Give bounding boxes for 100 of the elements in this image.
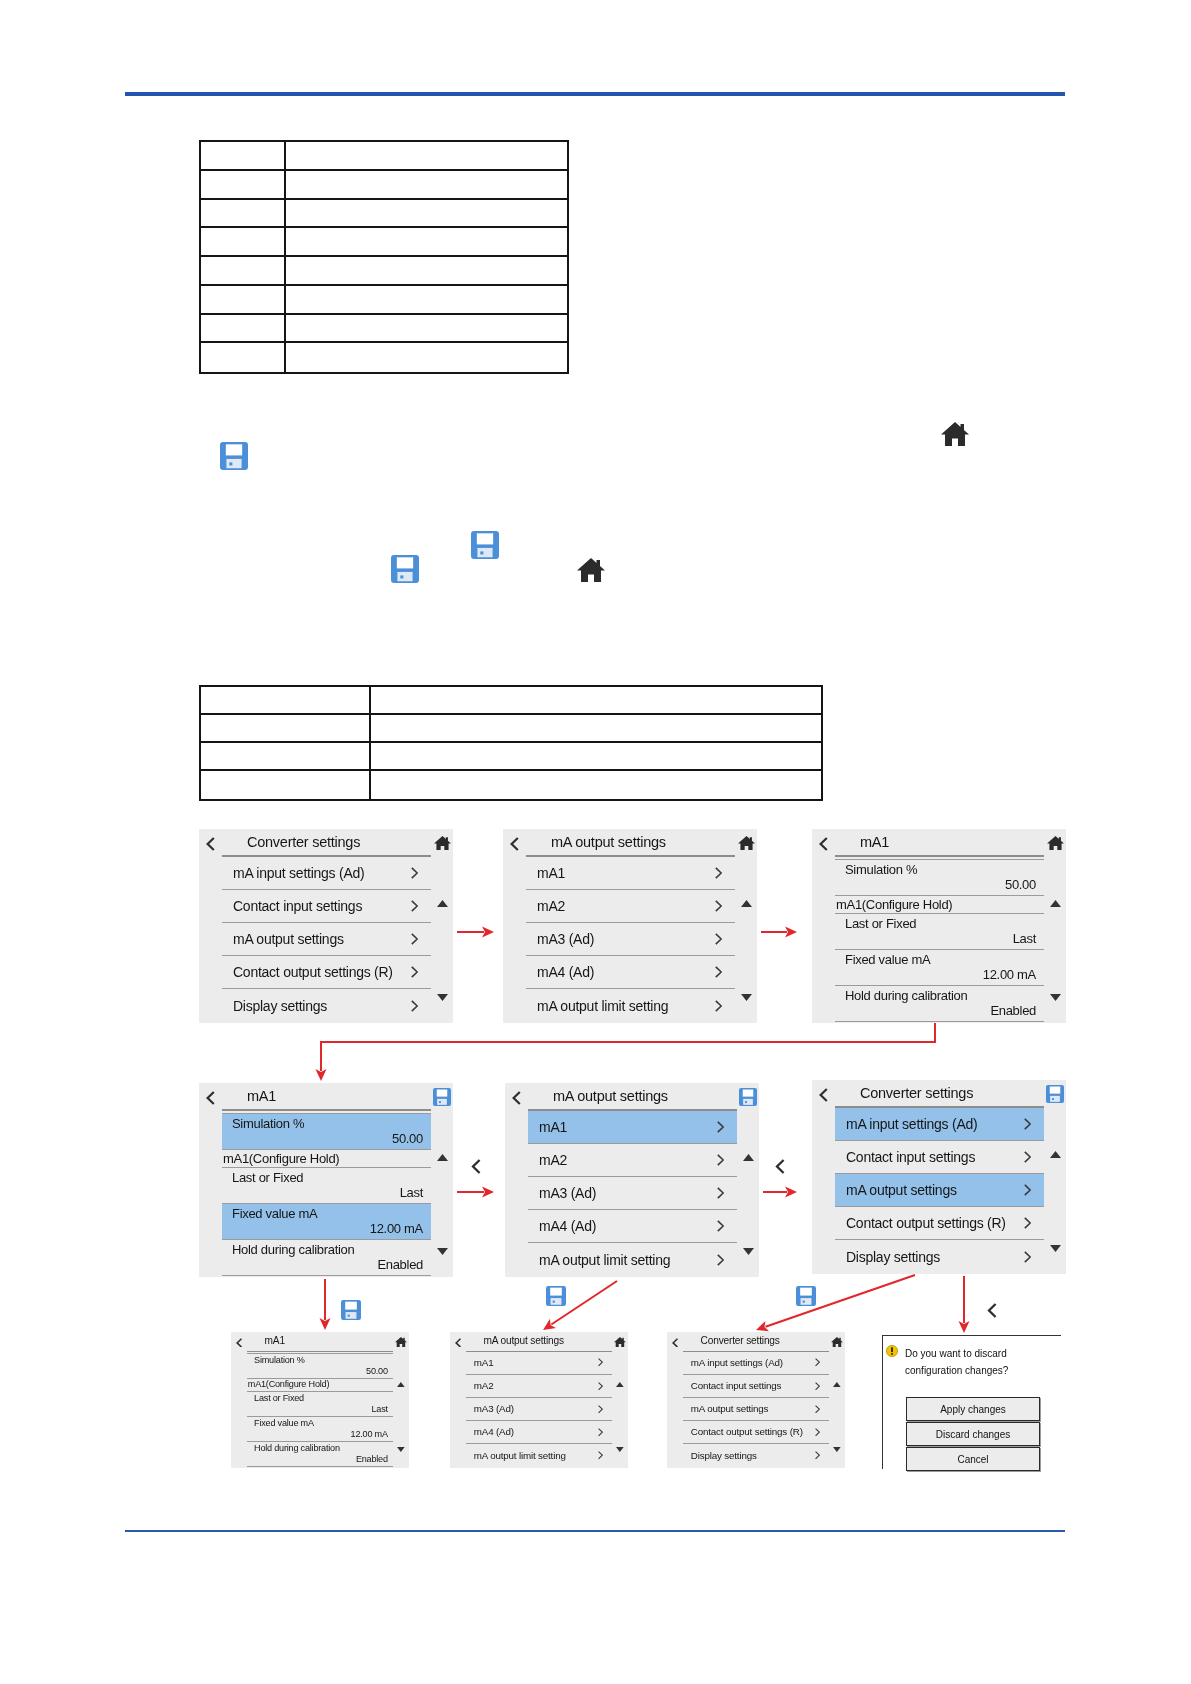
- triangle-down-icon[interactable]: [1049, 1245, 1061, 1252]
- chevron-left-icon[interactable]: [454, 1337, 462, 1348]
- group-heading: mA1(Configure Hold): [247, 1379, 330, 1391]
- triangle-down-icon[interactable]: [436, 994, 448, 1001]
- triangle-up-icon[interactable]: [397, 1381, 405, 1387]
- menu-item[interactable]: mA output limit setting: [528, 1243, 737, 1276]
- triangle-down-icon[interactable]: [740, 994, 752, 1001]
- screen-title: mA1: [860, 833, 890, 851]
- menu-item[interactable]: mA output limit setting: [526, 989, 735, 1022]
- menu-item[interactable]: mA1: [466, 1351, 613, 1375]
- menu-item[interactable]: mA4 (Ad): [528, 1210, 737, 1243]
- house-icon[interactable]: [737, 835, 755, 851]
- chevron-left-icon[interactable]: [510, 837, 519, 851]
- setting-label: Last or Fixed: [845, 915, 917, 931]
- menu-item[interactable]: Contact output settings (R): [835, 1207, 1044, 1240]
- triangle-up-icon[interactable]: [616, 1381, 624, 1387]
- menu-item[interactable]: mA4 (Ad): [466, 1420, 613, 1444]
- triangle-down-icon[interactable]: [616, 1447, 624, 1453]
- dialog-button[interactable]: Cancel: [906, 1447, 1040, 1471]
- menu-item[interactable]: mA3 (Ad): [528, 1177, 737, 1210]
- chevron-right-icon: [411, 933, 418, 945]
- chevron-left-icon: [471, 1159, 481, 1174]
- menu-item[interactable]: mA input settings (Ad): [683, 1351, 830, 1375]
- menu-item[interactable]: mA output limit setting: [466, 1443, 613, 1468]
- chevron-right-icon: [411, 867, 418, 879]
- setting-row[interactable]: Hold during calibration Enabled: [247, 1442, 394, 1468]
- triangle-up-icon[interactable]: [436, 1154, 448, 1161]
- chevron-left-icon[interactable]: [235, 1337, 243, 1348]
- menu-item[interactable]: Contact output settings (R): [222, 956, 431, 989]
- menu-item[interactable]: mA output settings: [835, 1174, 1044, 1207]
- chevron-left-icon[interactable]: [206, 1091, 215, 1105]
- chevron-left-icon[interactable]: [819, 1088, 828, 1102]
- setting-row[interactable]: Simulation % 50.00: [247, 1354, 394, 1380]
- setting-row[interactable]: Hold during calibration Enabled: [835, 986, 1044, 1022]
- menu-item[interactable]: Contact input settings: [683, 1374, 830, 1398]
- setting-row[interactable]: Fixed value mA 12.00 mA: [247, 1416, 394, 1443]
- setting-label: Fixed value mA: [232, 1205, 318, 1221]
- chevron-left-icon: [987, 1303, 997, 1318]
- house-icon[interactable]: [395, 1336, 408, 1347]
- triangle-up-icon[interactable]: [1049, 1151, 1061, 1158]
- menu-item[interactable]: mA3 (Ad): [526, 923, 735, 956]
- chevron-right-icon: [598, 1451, 604, 1460]
- triangle-up-icon[interactable]: [1049, 900, 1061, 907]
- menu-item[interactable]: mA input settings (Ad): [835, 1108, 1044, 1141]
- setting-value: 12.00 mA: [350, 1428, 388, 1440]
- menu-item[interactable]: Display settings: [222, 989, 431, 1022]
- group-heading: mA1(Configure Hold): [836, 896, 953, 913]
- house-icon: [941, 422, 969, 446]
- triangle-up-icon[interactable]: [833, 1381, 841, 1387]
- menu-item[interactable]: Contact output settings (R): [683, 1420, 830, 1444]
- chevron-left-icon[interactable]: [819, 837, 828, 851]
- triangle-down-icon[interactable]: [742, 1248, 754, 1255]
- triangle-up-icon[interactable]: [740, 900, 752, 907]
- flow-arrow: [762, 1186, 797, 1198]
- dialog-button[interactable]: Discard changes: [906, 1422, 1040, 1446]
- menu-item[interactable]: mA3 (Ad): [466, 1397, 613, 1421]
- menu-item[interactable]: mA2: [466, 1374, 613, 1398]
- menu-item[interactable]: mA2: [528, 1144, 737, 1177]
- setting-label: Hold during calibration: [845, 987, 968, 1003]
- menu-item[interactable]: mA2: [526, 890, 735, 923]
- menu-item[interactable]: Display settings: [835, 1240, 1044, 1273]
- triangle-up-icon[interactable]: [436, 900, 448, 907]
- menu-item[interactable]: mA output settings: [683, 1397, 830, 1421]
- triangle-down-icon[interactable]: [397, 1447, 405, 1453]
- screen-title: Converter settings: [247, 833, 361, 851]
- flow-arrow: [958, 1275, 970, 1333]
- dialog-message: Do you want to discard configuration changes?: [905, 1347, 1010, 1378]
- house-icon[interactable]: [831, 1336, 844, 1347]
- triangle-down-icon[interactable]: [833, 1447, 841, 1453]
- menu-item[interactable]: Contact input settings: [222, 890, 431, 923]
- menu-item[interactable]: mA output settings: [222, 923, 431, 956]
- chevron-right-icon: [715, 900, 722, 912]
- setting-value: Last: [1012, 931, 1036, 947]
- setting-row[interactable]: Last or Fixed Last: [835, 914, 1044, 950]
- triangle-down-icon[interactable]: [1049, 994, 1061, 1001]
- setting-value: Enabled: [990, 1003, 1036, 1019]
- setting-value: Enabled: [355, 1454, 388, 1465]
- triangle-down-icon[interactable]: [436, 1248, 448, 1255]
- menu-item[interactable]: mA1: [528, 1111, 737, 1144]
- triangle-up-icon[interactable]: [742, 1154, 754, 1161]
- chevron-left-icon[interactable]: [206, 837, 215, 851]
- setting-label: Last or Fixed: [254, 1392, 304, 1404]
- setting-label: Simulation %: [845, 861, 918, 877]
- menu-item[interactable]: mA4 (Ad): [526, 956, 735, 989]
- menu-item[interactable]: mA input settings (Ad): [222, 857, 431, 890]
- chevron-left-icon: [775, 1159, 785, 1174]
- chevron-left-icon[interactable]: [671, 1337, 679, 1348]
- house-icon: [577, 558, 605, 582]
- setting-row[interactable]: Fixed value mA 12.00 mA: [222, 1204, 431, 1240]
- house-icon[interactable]: [433, 835, 451, 851]
- setting-row[interactable]: Last or Fixed Last: [247, 1391, 394, 1417]
- setting-row[interactable]: Hold during calibration Enabled: [222, 1240, 431, 1276]
- setting-row[interactable]: Fixed value mA 12.00 mA: [835, 950, 1044, 986]
- menu-item[interactable]: Display settings: [683, 1443, 830, 1468]
- house-icon[interactable]: [614, 1336, 627, 1347]
- house-icon[interactable]: [1046, 835, 1064, 851]
- dialog-button[interactable]: Apply changes: [906, 1397, 1040, 1421]
- screen-title: mA1: [247, 1087, 277, 1105]
- chevron-left-icon[interactable]: [512, 1091, 521, 1105]
- menu-item[interactable]: mA1: [526, 857, 735, 890]
